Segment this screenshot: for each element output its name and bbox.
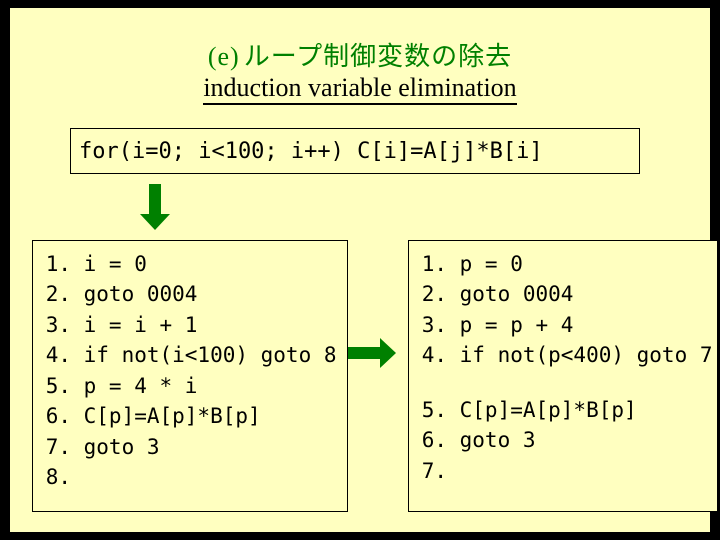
code-line-number: 1. [43,249,71,279]
title-main-ja: ループ制御変数の除去 [244,42,512,71]
code-line-text: i = 0 [71,252,147,276]
code-line-text: i = i + 1 [71,313,197,337]
code-row: 2. goto 0004 [419,279,707,309]
arrow-right-icon [348,338,398,368]
title-block: (e) ループ制御変数の除去 induction variable elimin… [10,8,710,105]
code-line-number: 2. [43,279,71,309]
code-panel-after: 1. p = 02. goto 00043. p = p + 44. if no… [408,240,718,512]
code-row: 7. [419,456,707,486]
arrow-down-icon [140,184,170,232]
code-line-text: p = 0 [447,252,523,276]
code-line-number: 2. [419,279,447,309]
code-line-text: goto 3 [71,435,160,459]
code-line-text: p = p + 4 [447,313,573,337]
source-code-text: for(i=0; i<100; i++) C[i]=A[j]*B[i] [79,139,543,164]
title-sub-en: induction variable elimination [203,73,516,105]
code-line-text: goto 0004 [447,282,573,306]
code-row: 4. if not(p<400) goto 7 [419,340,707,370]
code-line-number: 4. [419,340,447,370]
code-row: 1. i = 0 [43,249,337,279]
code-line-text: C[p]=A[p]*B[p] [447,398,637,422]
code-line-number: 3. [419,310,447,340]
code-panel-before: 1. i = 02. goto 00043. i = i + 14. if no… [32,240,348,512]
code-line-text: C[p]=A[p]*B[p] [71,404,261,428]
code-line-text: goto 0004 [71,282,197,306]
code-row: 5. C[p]=A[p]*B[p] [419,395,707,425]
code-line-text: if not(p<400) goto 7 [447,343,713,367]
code-line-number: 4. [43,340,71,370]
code-line-text [71,465,84,489]
code-row: 7. goto 3 [43,432,337,462]
code-line-number: 8. [43,462,71,492]
code-row: 3. i = i + 1 [43,310,337,340]
code-row: 8. [43,462,337,492]
code-line-number: 6. [43,401,71,431]
code-line-number: 5. [419,395,447,425]
code-line-number: 5. [43,371,71,401]
code-row: 6. goto 3 [419,425,707,455]
code-line-number: 7. [419,456,447,486]
code-line-number: 7. [43,432,71,462]
code-row: 5. p = 4 * i [43,371,337,401]
slide: (e) ループ制御変数の除去 induction variable elimin… [10,8,710,532]
code-line-text: if not(i<100) goto 8 [71,343,337,367]
code-line-text: goto 3 [447,428,536,452]
code-line-number: 3. [43,310,71,340]
source-code-bar: for(i=0; i<100; i++) C[i]=A[j]*B[i] [70,128,640,174]
code-line-text: p = 4 * i [71,374,197,398]
panel-gap [419,371,707,395]
title-line-2: induction variable elimination [10,73,710,105]
code-row: 3. p = p + 4 [419,310,707,340]
code-line-text [447,459,460,483]
code-row: 1. p = 0 [419,249,707,279]
code-line-number: 1. [419,249,447,279]
code-row: 2. goto 0004 [43,279,337,309]
title-tag: (e) [208,42,240,71]
code-line-number: 6. [419,425,447,455]
title-line-1: (e) ループ制御変数の除去 [10,36,710,73]
code-row: 6. C[p]=A[p]*B[p] [43,401,337,431]
code-row: 4. if not(i<100) goto 8 [43,340,337,370]
